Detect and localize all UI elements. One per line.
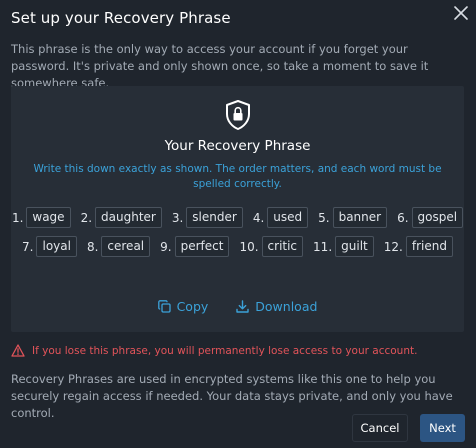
phrase-word-item: 5. banner: [318, 207, 388, 228]
next-button[interactable]: Next: [420, 414, 465, 442]
phrase-instruction: Write this down exactly as shown. The or…: [33, 163, 442, 190]
word-number: 5.: [318, 210, 330, 225]
intro-text: This phrase is the only way to access yo…: [11, 42, 429, 90]
word-row-2: 7. loyal 8. cereal 9. perfect 10. critic…: [11, 236, 464, 257]
phrase-word: critic: [261, 236, 304, 257]
shield-lock-icon: [226, 100, 250, 130]
warning-icon: [11, 344, 25, 357]
phrase-word: wage: [26, 207, 71, 228]
word-number: 4.: [252, 210, 265, 225]
word-row-1: 1. wage 2. daughter 3. slender 4. used 5…: [11, 207, 464, 228]
close-icon: [454, 6, 468, 20]
phrase-word: banner: [332, 207, 388, 228]
word-number: 2.: [80, 210, 93, 225]
word-number: 12.: [383, 239, 403, 254]
word-number: 11.: [313, 239, 333, 254]
phrase-word-item: 7. loyal: [22, 236, 77, 257]
download-icon: [236, 300, 249, 313]
phrase-actions: Copy Download: [11, 299, 464, 314]
phrase-word-item: 9. perfect: [160, 236, 230, 257]
copy-label: Copy: [176, 299, 209, 314]
word-number: 8.: [86, 239, 99, 254]
phrase-heading: Your Recovery Phrase: [164, 138, 311, 154]
warning-text: If you lose this phrase, you will perman…: [32, 344, 418, 357]
phrase-word-item: 10. critic: [239, 236, 304, 257]
download-label: Download: [255, 299, 318, 314]
copy-icon: [157, 300, 171, 313]
dialog-title: Set up your Recovery Phrase: [11, 9, 231, 27]
word-number: 7.: [22, 239, 34, 254]
cancel-button[interactable]: Cancel: [352, 414, 408, 442]
phrase-word: guilt: [335, 236, 374, 257]
loss-warning: If you lose this phrase, you will perman…: [11, 344, 417, 357]
phrase-word: perfect: [174, 236, 230, 257]
word-number: 9.: [160, 239, 172, 254]
phrase-word-item: 11. guilt: [313, 236, 374, 257]
phrase-word: loyal: [36, 236, 77, 257]
phrase-word-item: 6. gospel: [397, 207, 464, 228]
phrase-word: friend: [405, 236, 453, 257]
copy-button[interactable]: Copy: [157, 299, 209, 314]
phrase-word-item: 2. daughter: [81, 207, 162, 228]
download-button[interactable]: Download: [236, 299, 317, 314]
phrase-word: cereal: [101, 236, 151, 257]
close-button[interactable]: [451, 3, 471, 23]
word-number: 3.: [171, 210, 184, 225]
phrase-word: slender: [186, 207, 243, 228]
word-number: 10.: [239, 239, 259, 254]
phrase-word: gospel: [411, 207, 464, 228]
phrase-word-item: 12. friend: [384, 236, 453, 257]
phrase-word: daughter: [95, 207, 162, 228]
recovery-phrase-dialog: Set up your Recovery Phrase This phrase …: [0, 0, 476, 448]
word-number: 1.: [11, 210, 24, 225]
word-number: 6.: [397, 210, 409, 225]
recovery-phrase-panel: Your Recovery Phrase Write this down exa…: [11, 86, 464, 332]
phrase-word-item: 8. cereal: [86, 236, 151, 257]
phrase-word-item: 4. used: [252, 207, 309, 228]
phrase-word-item: 1. wage: [12, 207, 71, 228]
phrase-word-item: 3. slender: [172, 207, 243, 228]
phrase-word: used: [267, 207, 309, 228]
